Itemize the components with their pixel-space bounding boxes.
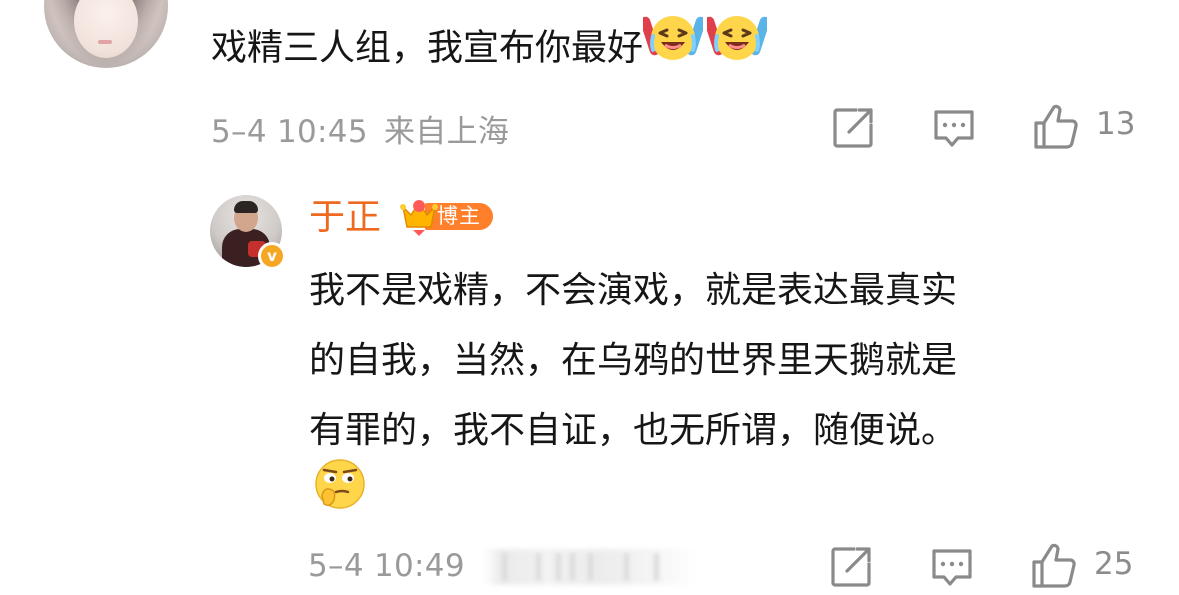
reply-text-line: 我不是戏精，不会演戏，就是表达最真实 <box>309 270 958 311</box>
blurred-location <box>484 549 696 585</box>
reply-body: 我不是戏精，不会演戏，就是表达最真实 的自我，当然，在乌鸦的世界里天鹅就是 有罪… <box>309 256 1149 466</box>
reply-meta: 5–4 10:49 <box>308 548 465 584</box>
comment-text: 戏精三人组，我宣布你最好 <box>211 27 644 69</box>
comment-timestamp: 5–4 10:45 <box>211 114 368 150</box>
like-icon[interactable] <box>1032 103 1080 155</box>
like-count: 25 <box>1094 546 1134 582</box>
reply-text-line: 的自我，当然，在乌鸦的世界里天鹅就是 <box>309 340 958 381</box>
author-name[interactable]: 于正 <box>309 192 381 244</box>
blogger-badge-label: 博主 <box>437 204 481 228</box>
share-icon[interactable] <box>829 545 873 593</box>
laugh-cry-emoji <box>640 12 706 79</box>
reply-text-line: 有罪的，我不自证，也无所谓，随便说。 <box>309 410 958 451</box>
commenter-avatar[interactable] <box>44 0 168 68</box>
comment-icon[interactable] <box>930 545 974 593</box>
reply-timestamp: 5–4 10:49 <box>308 548 465 584</box>
like-icon[interactable] <box>1030 542 1078 594</box>
verified-mark: v <box>267 246 277 265</box>
comment-meta: 5–4 10:45 来自上海 <box>211 106 509 151</box>
like-count: 13 <box>1096 106 1136 142</box>
comment-icon[interactable] <box>932 106 976 154</box>
comment-location: 来自上海 <box>384 114 510 150</box>
verified-badge-icon: v <box>258 242 286 270</box>
share-icon[interactable] <box>831 106 875 154</box>
comment-body: 戏精三人组，我宣布你最好 <box>211 16 770 83</box>
thinking-smirk-emoji <box>312 456 368 516</box>
laugh-cry-emoji <box>704 12 770 79</box>
crown-icon <box>400 200 438 236</box>
